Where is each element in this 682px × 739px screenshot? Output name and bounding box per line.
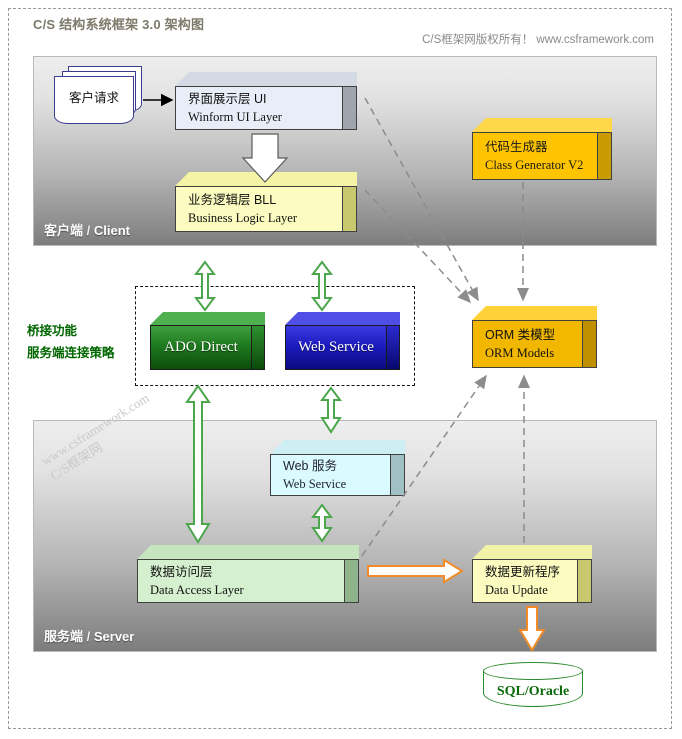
server-web-service-title-en: Web Service: [283, 477, 347, 491]
data-update-box: 数据更新程序 Data Update: [472, 545, 592, 603]
ui-layer-box-top: [175, 72, 357, 86]
data-access-layer-box-top: [137, 545, 359, 559]
client-request-label: 客户请求: [68, 90, 119, 105]
class-generator-title-en: Class Generator V2: [485, 158, 584, 172]
database-cylinder: SQL/Oracle: [483, 662, 585, 716]
class-generator-box: 代码生成器 Class Generator V2: [472, 118, 612, 180]
server-zone-label: 服务端 / Server: [44, 626, 134, 645]
data-access-layer-box-face: 数据访问层 Data Access Layer: [137, 559, 345, 603]
ui-layer-box: 界面展示层 UI Winform UI Layer: [175, 72, 357, 130]
web-service-bridge-box-face: Web Service: [285, 325, 387, 370]
class-generator-box-side: [598, 132, 612, 180]
client-zone-label-cn: 客户端: [44, 223, 84, 238]
orm-models-title-cn: ORM 类模型: [485, 328, 556, 342]
database-label: SQL/Oracle: [496, 684, 570, 699]
data-access-layer-title-en: Data Access Layer: [150, 583, 244, 597]
orm-models-title-en: ORM Models: [485, 346, 555, 360]
data-access-layer-title-cn: 数据访问层: [150, 565, 213, 579]
data-update-box-face: 数据更新程序 Data Update: [472, 559, 578, 603]
data-access-layer-box-side: [345, 559, 359, 603]
orm-models-box-face: ORM 类模型 ORM Models: [472, 320, 583, 368]
ado-direct-box-top: [150, 312, 265, 325]
data-update-title-cn: 数据更新程序: [485, 565, 561, 579]
orm-models-box-side: [583, 320, 597, 368]
orm-models-box-top: [472, 306, 597, 320]
bll-layer-box-side: [343, 186, 357, 232]
ado-direct-box-side: [252, 325, 265, 370]
server-web-service-box-face: Web 服务 Web Service: [270, 454, 391, 496]
ado-direct-box-face: ADO Direct: [150, 325, 252, 370]
document-sheet-front-icon: 客户请求: [54, 76, 134, 124]
data-update-box-side: [578, 559, 592, 603]
server-web-service-box-top: [270, 440, 405, 454]
client-request-document-stack: 客户请求: [54, 66, 150, 128]
ui-layer-title-cn: 界面展示层 UI: [188, 92, 267, 106]
server-zone-label-en: Server: [93, 629, 135, 644]
bridge-note: 桥接功能 服务端连接策略: [27, 320, 115, 364]
ui-layer-box-side: [343, 86, 357, 130]
page-title: C/S 结构系统框架 3.0 架构图: [33, 17, 205, 32]
ui-layer-title-en: Winform UI Layer: [188, 110, 282, 124]
server-web-service-title-cn: Web 服务: [283, 459, 337, 473]
architecture-diagram: C/S 结构系统框架 3.0 架构图 C/S框架网版权所有！ www.csfra…: [0, 0, 682, 739]
bll-layer-title-en: Business Logic Layer: [188, 211, 298, 225]
bridge-note-line-1: 桥接功能: [27, 324, 78, 338]
orm-models-box: ORM 类模型 ORM Models: [472, 306, 597, 368]
bridge-note-line-2: 服务端连接策略: [27, 346, 115, 360]
copyright-notice: C/S框架网版权所有！ www.csframework.com: [422, 34, 654, 46]
server-zone-label-sep: /: [83, 629, 94, 644]
web-service-bridge-box-side: [387, 325, 400, 370]
class-generator-box-top: [472, 118, 612, 132]
bll-layer-box: 业务逻辑层 BLL Business Logic Layer: [175, 172, 357, 232]
data-access-layer-box: 数据访问层 Data Access Layer: [137, 545, 359, 603]
class-generator-box-face: 代码生成器 Class Generator V2: [472, 132, 598, 180]
bll-layer-title-cn: 业务逻辑层 BLL: [188, 193, 277, 207]
ui-layer-box-face: 界面展示层 UI Winform UI Layer: [175, 86, 343, 130]
data-update-title-en: Data Update: [485, 583, 548, 597]
server-zone-label-cn: 服务端: [44, 629, 84, 644]
ado-direct-box: ADO Direct: [150, 312, 265, 370]
server-web-service-box: Web 服务 Web Service: [270, 440, 405, 496]
client-zone-label-sep: /: [83, 223, 94, 238]
ado-direct-label: ADO Direct: [164, 339, 238, 355]
web-service-bridge-box: Web Service: [285, 312, 400, 370]
web-service-bridge-label: Web Service: [298, 339, 374, 355]
bll-layer-box-face: 业务逻辑层 BLL Business Logic Layer: [175, 186, 343, 232]
client-zone-label: 客户端 / Client: [44, 220, 130, 239]
client-zone-label-en: Client: [93, 223, 130, 238]
database-cylinder-top: [483, 662, 583, 680]
bll-layer-box-top: [175, 172, 357, 186]
web-service-bridge-box-top: [285, 312, 400, 325]
server-web-service-box-side: [391, 454, 405, 496]
class-generator-title-cn: 代码生成器: [485, 140, 548, 154]
data-update-box-top: [472, 545, 592, 559]
